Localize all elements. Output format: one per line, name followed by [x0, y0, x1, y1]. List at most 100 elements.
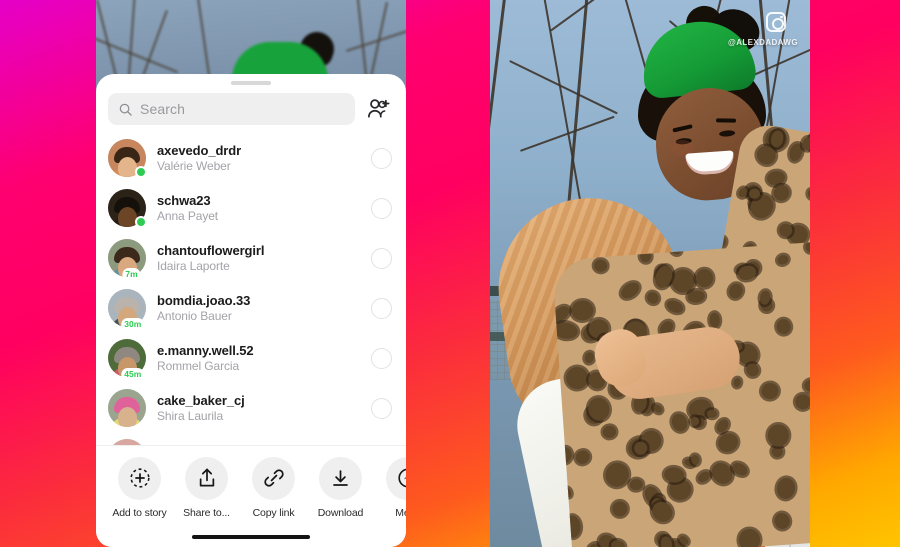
contact-fullname: Idaira Laporte: [157, 259, 230, 273]
contact-select-circle[interactable]: [371, 347, 392, 369]
leopard-spot: [610, 500, 628, 517]
leopard-spot: [767, 424, 790, 448]
contact-texts: e.manny.well.52 Rommel Garcia: [157, 343, 360, 373]
add-people-icon: [368, 99, 390, 118]
leopard-spot: [708, 458, 737, 488]
contact-select-circle[interactable]: [371, 147, 392, 169]
contact-fullname: Shira Laurila: [157, 409, 224, 423]
contact-row[interactable]: kalindi_rainbows: [96, 433, 406, 445]
contact-fullname: Rommel Garcia: [157, 359, 240, 373]
leopard-spot: [564, 365, 591, 391]
leopard-spot: [706, 410, 717, 418]
contact-texts: chantouflowergirl Idaira Laporte: [157, 243, 360, 273]
contact-select-circle[interactable]: [371, 197, 392, 219]
leopard-spot: [695, 268, 714, 288]
contact-row[interactable]: 30m bomdia.joao.33 Antonio Bauer: [96, 283, 406, 333]
link-icon: [252, 456, 295, 500]
contact-username: chantouflowergirl: [157, 243, 265, 258]
leopard-spot: [770, 182, 793, 205]
search-icon: [119, 103, 132, 116]
leopard-spot: [583, 351, 595, 365]
contact-row[interactable]: axevedo_drdr Valérie Weber: [96, 133, 406, 183]
contact-row[interactable]: schwa23 Anna Payet: [96, 183, 406, 233]
active-time-badge: 45m: [121, 368, 145, 381]
contact-select-circle[interactable]: [371, 397, 392, 419]
leopard-spot: [645, 289, 662, 307]
action-label: Mess: [395, 506, 406, 519]
add-people-button[interactable]: [364, 94, 394, 124]
action-copy-link[interactable]: Copy link: [240, 456, 307, 519]
contact-list[interactable]: axevedo_drdr Valérie Weber schwa23 Anna Pay…: [96, 133, 406, 445]
avatar-wrap: [108, 389, 146, 427]
leopard-spot: [690, 453, 701, 466]
leopard-spot: [570, 299, 596, 323]
leopard-spot: [652, 402, 664, 414]
leopard-spot: [695, 469, 712, 485]
contact-row[interactable]: 7m chantouflowergirl Idaira Laporte: [96, 233, 406, 283]
leopard-spot: [730, 460, 750, 479]
contact-fullname: Antonio Bauer: [157, 309, 232, 323]
messenger-icon: [386, 456, 406, 500]
screenshot-stage: Search axevedo_drdr Valérie Weber schwa23 A…: [0, 0, 900, 547]
leopard-spot: [601, 458, 633, 491]
action-share-to[interactable]: Share to...: [173, 456, 240, 519]
leopard-spot: [629, 478, 644, 491]
action-label: Download: [317, 506, 364, 519]
leopard-spot: [738, 529, 761, 547]
contact-texts: cake_baker_cj Shira Laurila: [157, 393, 360, 423]
leopard-spot: [807, 188, 810, 200]
leopard-spot: [664, 297, 685, 315]
leopard-spot: [732, 377, 742, 388]
leopard-spot: [602, 425, 617, 439]
phone-share-sheet-panel: Search axevedo_drdr Valérie Weber schwa23 A…: [96, 0, 406, 547]
leopard-spot: [573, 448, 591, 466]
home-indicator: [192, 534, 310, 539]
leopard-spot: [715, 430, 742, 456]
leopard-spot: [775, 476, 797, 501]
contact-fullname: Anna Payet: [157, 209, 219, 223]
action-download[interactable]: Download: [307, 456, 374, 519]
instagram-logo-icon: [766, 12, 786, 32]
action-mess[interactable]: Mess: [374, 456, 406, 519]
leopard-spot: [553, 320, 579, 340]
contact-select-circle[interactable]: [371, 247, 392, 269]
leopard-spot: [669, 411, 690, 434]
leopard-spot: [805, 241, 810, 253]
avatar: [108, 439, 146, 445]
contact-fullname: Valérie Weber: [157, 159, 231, 173]
watermark-handle: @ALEXDADAWG: [728, 38, 798, 47]
action-add-to-story[interactable]: Add to story: [106, 456, 173, 519]
contact-username: bomdia.joao.33: [157, 293, 251, 308]
leopard-spot: [770, 444, 786, 460]
leopard-spot: [593, 258, 609, 273]
contact-row[interactable]: 45m e.manny.well.52 Rommel Garcia: [96, 333, 406, 383]
avatar-wrap: 30m: [108, 289, 146, 331]
action-bar-wrap: Add to story Share to... Copy link Download…: [96, 444, 406, 547]
search-input[interactable]: Search: [108, 93, 355, 125]
leopard-spot: [709, 313, 721, 329]
contact-username: schwa23: [157, 193, 211, 208]
action-label: Share to...: [183, 506, 230, 519]
online-status-dot: [135, 216, 147, 228]
leopard-spot: [793, 392, 810, 411]
avatar-wrap: 7m: [108, 239, 146, 281]
active-time-badge: 7m: [122, 268, 141, 281]
online-status-dot: [135, 166, 147, 178]
contact-row[interactable]: cake_baker_cj Shira Laurila: [96, 383, 406, 433]
contact-select-circle[interactable]: [371, 297, 392, 319]
leopard-spot: [772, 510, 792, 531]
leopard-coat: [551, 240, 810, 547]
leopard-spot: [774, 318, 792, 336]
contact-texts: schwa23 Anna Payet: [157, 193, 360, 223]
leopard-spot: [804, 379, 810, 392]
avatar-wrap: [108, 189, 147, 228]
sheet-drag-handle[interactable]: [231, 81, 271, 85]
avatar-wrap: [108, 139, 147, 178]
share-sheet: Search axevedo_drdr Valérie Weber schwa23 A…: [96, 74, 406, 547]
post-photo-panel: @ALEXDADAWG: [490, 0, 810, 547]
download-icon: [319, 456, 362, 500]
active-time-badge: 30m: [121, 318, 145, 331]
action-label: Add to story: [112, 506, 167, 519]
contact-texts: bomdia.joao.33 Antonio Bauer: [157, 293, 360, 323]
leopard-spot: [726, 281, 746, 301]
